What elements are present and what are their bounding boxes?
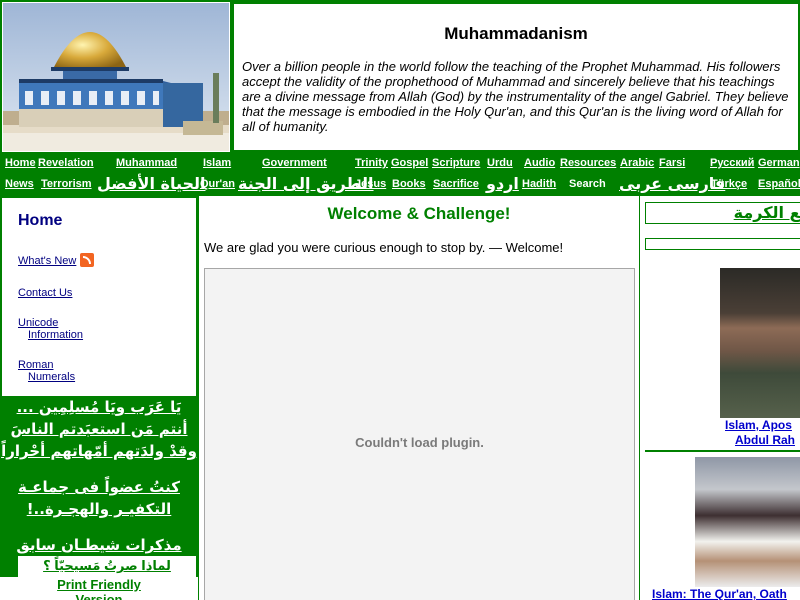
- nav-islam[interactable]: Islam: [203, 157, 231, 169]
- welcome-title: Welcome & Challenge!: [327, 204, 511, 223]
- article-caption-2[interactable]: Islam: The Qur'an, Oath: [652, 587, 787, 600]
- main-content: Welcome & Challenge! We are glad you wer…: [198, 196, 640, 600]
- print-version-link[interactable]: Version: [0, 592, 198, 600]
- article-caption-1-line2[interactable]: Abdul Rah: [735, 433, 795, 447]
- contact-us-link[interactable]: Contact Us: [18, 287, 72, 299]
- nav-quran[interactable]: Qur'an: [200, 178, 235, 190]
- nav-resources[interactable]: Resources: [560, 157, 616, 169]
- nav-farsi[interactable]: Farsi: [659, 157, 685, 169]
- nav-spanish[interactable]: Español: [758, 178, 800, 190]
- nav-audio[interactable]: Audio: [524, 157, 555, 169]
- plugin-error-message: Couldn't load plugin.: [355, 435, 484, 450]
- promo-arabs-line3[interactable]: وقدْ ولدَتهم أمّهاتهم أحْراراً: [0, 442, 198, 460]
- nav-russian[interactable]: Русский: [710, 157, 754, 169]
- nav-german[interactable]: German: [758, 157, 800, 169]
- nav-jesus[interactable]: Jesus: [355, 178, 386, 190]
- unicode-information-link[interactable]: Information: [28, 329, 83, 341]
- embedded-plugin[interactable]: Couldn't load plugin.: [204, 268, 635, 600]
- whats-new-link[interactable]: What's New: [18, 255, 76, 267]
- top-navigation: Home Revelation Muhammad Islam Governmen…: [0, 154, 800, 196]
- nav-government[interactable]: Government: [262, 157, 327, 169]
- unicode-link[interactable]: Unicode: [18, 317, 58, 329]
- sidebar-title: Home: [18, 212, 63, 229]
- nav-home[interactable]: Home: [5, 157, 36, 169]
- intro-panel: Muhammadanism Over a billion people in t…: [232, 2, 800, 152]
- promo-why-christian[interactable]: لماذا صرتُ مَسيحيّاً ؟: [18, 558, 196, 574]
- article-photo-2[interactable]: [695, 457, 800, 587]
- dome-of-the-rock-photo: [2, 2, 230, 152]
- article-caption-1-line1[interactable]: Islam, Apos: [725, 418, 792, 432]
- nav-urdu[interactable]: Urdu: [487, 157, 513, 169]
- sidebar-menu: Home What's New Contact Us Unicode Infor…: [2, 198, 196, 396]
- promo-takfir-line2[interactable]: التكفيـر والهجـرة..!: [0, 500, 198, 518]
- article-photo-1[interactable]: [720, 268, 800, 418]
- welcome-text: We are glad you were curious enough to s…: [204, 240, 564, 255]
- promo-arabs-line2[interactable]: أنتم مَن استعبَدتم الناسَ: [0, 420, 198, 438]
- nav-arabic[interactable]: Arabic: [620, 157, 654, 169]
- right-divider-box: [645, 238, 800, 250]
- nav-muhammad[interactable]: Muhammad: [116, 157, 177, 169]
- roman-numerals-link[interactable]: Numerals: [28, 371, 75, 383]
- header: Muhammadanism Over a billion people in t…: [0, 0, 800, 154]
- nav-better-life-arabic[interactable]: الحياة الأفضل: [97, 174, 206, 193]
- nav-turkish[interactable]: Türkçe: [711, 178, 747, 190]
- nav-books[interactable]: Books: [392, 178, 426, 190]
- intro-text: Over a billion people in the world follo…: [242, 59, 789, 134]
- nav-farsi-arabic-script[interactable]: فارسی عربی: [619, 174, 725, 193]
- rss-feed-icon[interactable]: [80, 253, 94, 267]
- right-column: ـع الكرمة Islam, Apos Abdul Rah Islam: T…: [640, 196, 800, 600]
- nav-hadith[interactable]: Hadith: [522, 178, 556, 190]
- left-sidebar: Home What's New Contact Us Unicode Infor…: [0, 196, 198, 600]
- promo-memoirs[interactable]: مذكرات شيطـان سابق: [0, 536, 198, 554]
- nav-news[interactable]: News: [5, 178, 34, 190]
- promo-arabs-line1[interactable]: يَا عَرَب ويَا مُسلِمِين ...: [0, 398, 198, 416]
- right-title-box: ـع الكرمة: [645, 202, 800, 224]
- right-separator: [645, 450, 800, 452]
- nav-way-to-paradise-arabic[interactable]: الطريق إلى الجنة: [238, 174, 374, 193]
- roman-link[interactable]: Roman: [18, 359, 53, 371]
- nav-urdu-script[interactable]: اردو: [486, 174, 519, 193]
- nav-gospel[interactable]: Gospel: [391, 157, 428, 169]
- nav-scripture[interactable]: Scripture: [432, 157, 480, 169]
- nav-sacrifice[interactable]: Sacrifice: [433, 178, 479, 190]
- nav-trinity[interactable]: Trinity: [355, 157, 388, 169]
- right-title-link[interactable]: ـع الكرمة: [734, 203, 800, 222]
- nav-terrorism[interactable]: Terrorism: [41, 178, 92, 190]
- print-friendly-link[interactable]: Print Friendly: [0, 577, 198, 592]
- promo-takfir-line1[interactable]: كنتُ عضواً فى جماعـة: [0, 478, 198, 496]
- site-title: Muhammadanism: [444, 24, 588, 43]
- nav-revelation[interactable]: Revelation: [38, 157, 94, 169]
- nav-search[interactable]: Search: [569, 178, 606, 190]
